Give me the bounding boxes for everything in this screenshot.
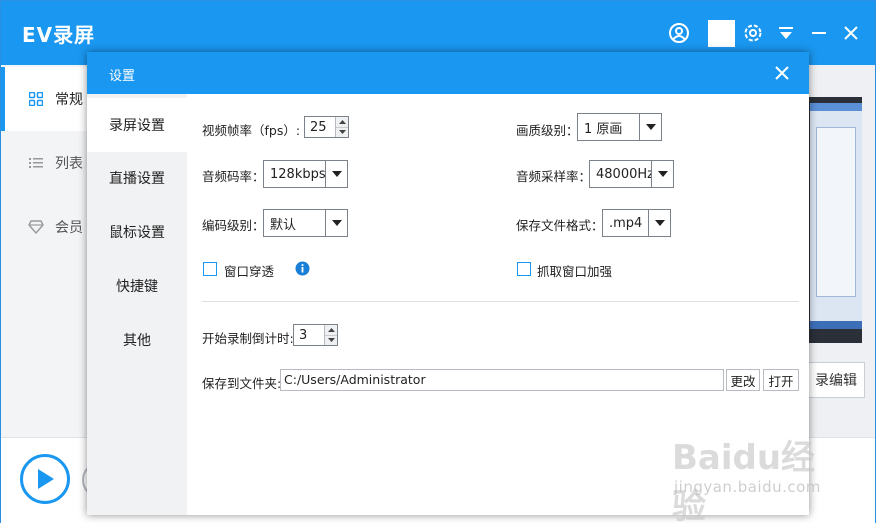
minimize-icon[interactable] [807,21,831,45]
chevron-down-icon [639,114,661,140]
close-icon[interactable] [839,21,863,45]
sidebar: 常规 列表 会员 [1,65,91,437]
window-through-checkbox[interactable] [203,262,217,276]
capture-window-checkbox[interactable] [517,262,531,276]
file-format-value: .mp4 [609,215,643,231]
quality-value: 1 原画 [584,121,623,137]
divider [202,301,799,302]
fps-stepper[interactable]: 25 [304,116,349,138]
chevron-down-icon [325,210,347,236]
diamond-icon [28,219,44,235]
chevron-down-icon [651,161,673,187]
recording-preview [806,97,862,343]
stepper-up-icon[interactable] [325,325,337,335]
encode-level-label: 编码级别： [202,218,265,233]
sidebar-item-vip[interactable]: 会员 [1,195,91,259]
blank-square-button[interactable] [708,20,735,47]
stepper-down-icon[interactable] [336,126,348,137]
chevron-down-icon [325,161,347,187]
settings-nav: 录屏设置 直播设置 鼠标设置 快捷键 其他 [87,94,187,515]
audio-bitrate-select[interactable]: 128kbps [263,160,348,188]
tab-mouse-settings[interactable]: 鼠标设置 [87,205,187,259]
audio-bitrate-value: 128kbps [270,166,325,182]
play-button[interactable] [20,454,70,504]
save-folder-input[interactable]: C:/Users/Administrator [280,369,724,391]
fps-value: 25 [310,119,327,135]
sidebar-item-label: 常规 [55,92,83,108]
sidebar-item-normal[interactable]: 常规 [1,67,91,131]
quality-label: 画质级别： [516,123,579,138]
info-icon[interactable] [295,261,310,276]
app-title: EV录屏 [22,23,96,47]
save-folder-label: 保存到文件夹: [202,376,282,391]
countdown-value: 3 [299,327,308,343]
edit-button[interactable]: 录编辑 [807,362,865,398]
stepper-down-icon[interactable] [325,334,337,345]
countdown-label: 开始录制倒计时: [202,331,294,346]
tab-hotkeys[interactable]: 快捷键 [87,259,187,313]
sidebar-item-label: 会员 [55,220,83,236]
file-format-select[interactable]: .mp4 [602,209,671,237]
stepper-up-icon[interactable] [336,117,348,127]
chevron-down-icon [648,210,670,236]
dialog-titlebar: 设置 [87,52,809,94]
sample-rate-label: 音频采样率： [516,169,592,184]
countdown-stepper[interactable]: 3 [293,324,338,346]
user-icon[interactable] [667,21,691,45]
file-format-label: 保存文件格式： [516,218,604,233]
encode-level-value: 默认 [270,217,297,233]
tab-other[interactable]: 其他 [87,313,187,367]
sidebar-item-list[interactable]: 列表 [1,131,91,195]
dialog-close-icon[interactable] [773,64,791,82]
tab-record-settings[interactable]: 录屏设置 [87,98,187,152]
capture-window-label: 抓取窗口加强 [537,264,613,279]
grid-icon [28,91,44,107]
window-through-label: 窗口穿透 [224,264,275,279]
list-icon [28,155,44,171]
open-folder-button[interactable]: 打开 [763,369,799,391]
gear-icon[interactable] [741,21,765,45]
play-icon [38,469,54,489]
quality-select[interactable]: 1 原画 [577,113,662,141]
dialog-title: 设置 [109,69,136,84]
settings-dialog: 设置 录屏设置 直播设置 鼠标设置 快捷键 其他 视频帧率（fps）: 25 画… [87,52,809,515]
dropdown-menu-icon[interactable] [774,21,798,45]
fps-label: 视频帧率（fps）: [202,123,301,138]
change-folder-button[interactable]: 更改 [726,369,760,391]
tab-live-settings[interactable]: 直播设置 [87,151,187,205]
sidebar-item-label: 列表 [55,156,83,172]
sample-rate-value: 48000Hz [596,166,651,182]
audio-bitrate-label: 音频码率： [202,169,265,184]
sample-rate-select[interactable]: 48000Hz [589,160,674,188]
encode-level-select[interactable]: 默认 [263,209,348,237]
